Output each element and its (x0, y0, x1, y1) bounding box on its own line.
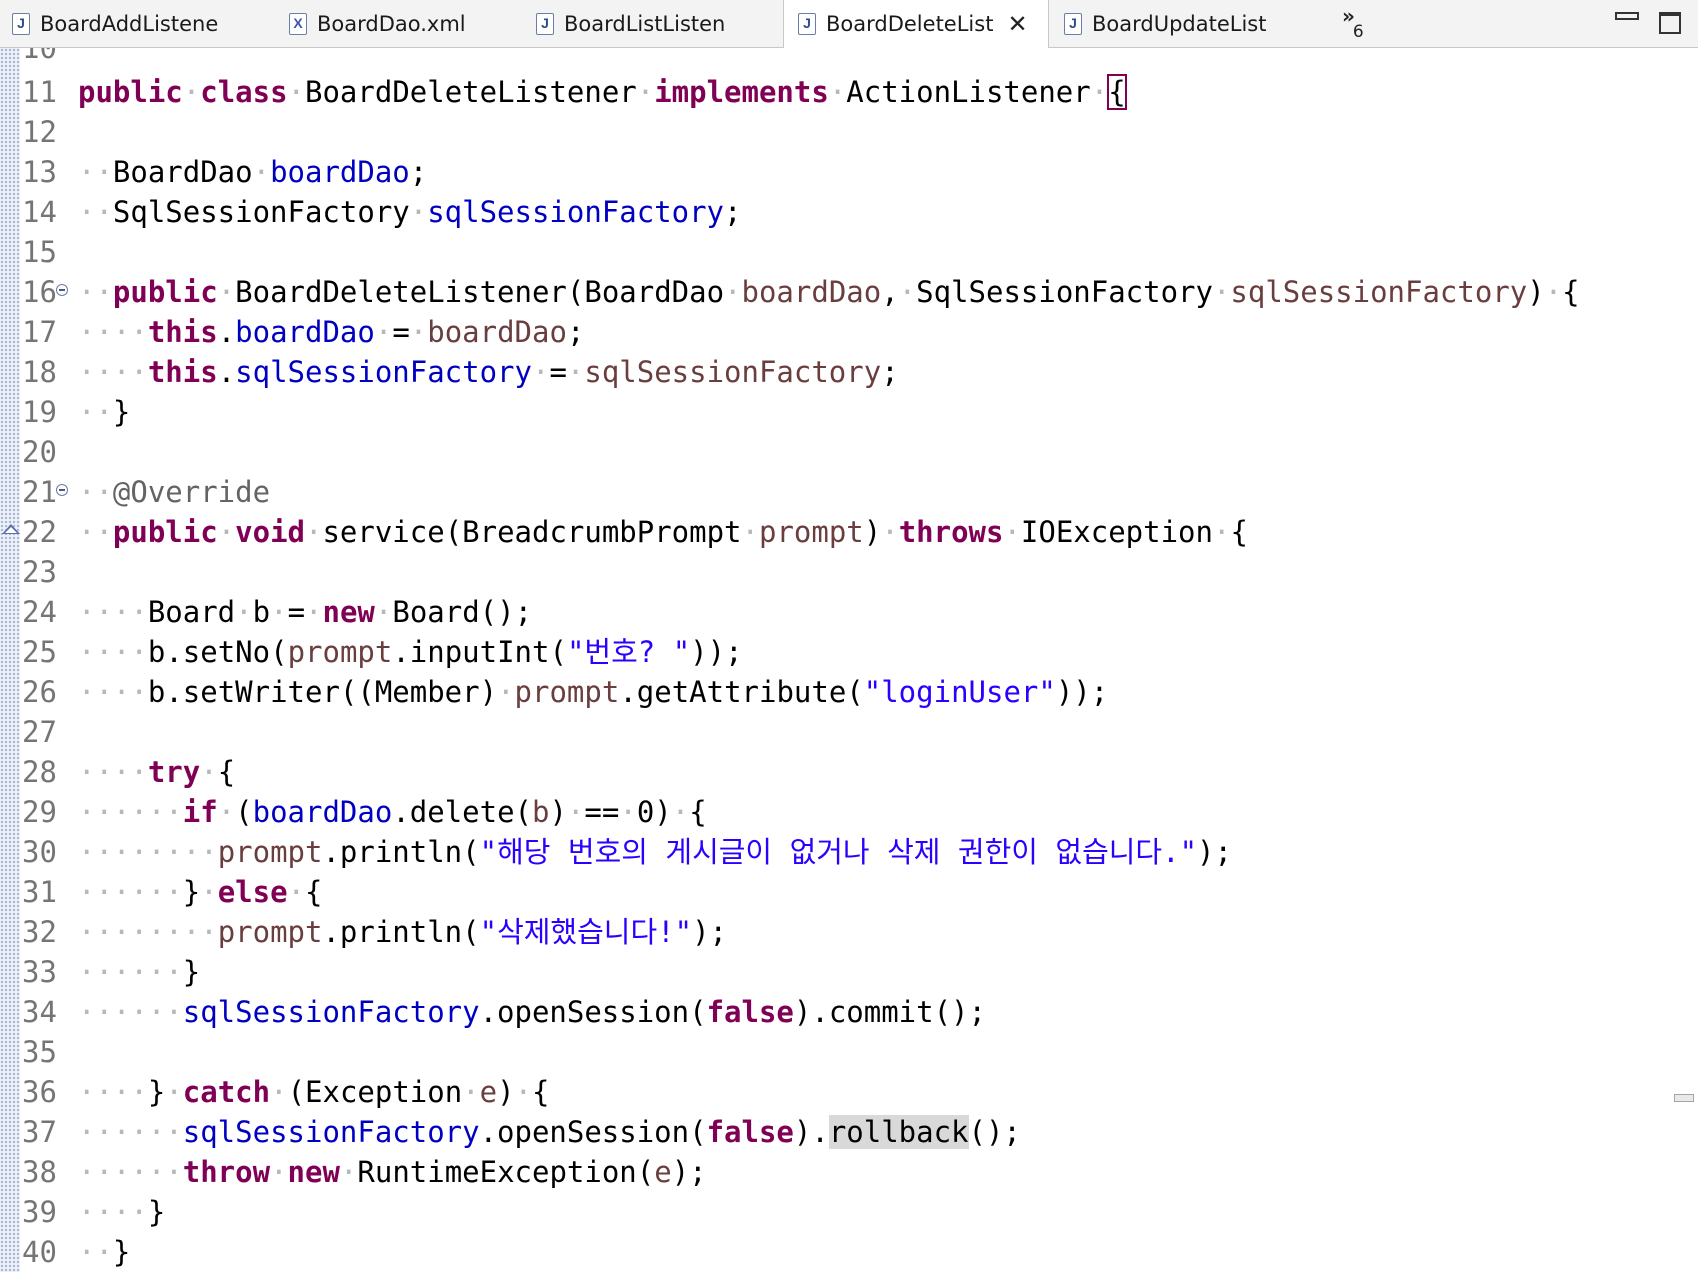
code-line: 35 (0, 1032, 1698, 1072)
code-line: 23 (0, 552, 1698, 592)
code-line: 10 (0, 48, 1698, 68)
code-line: 16 ··public·BoardDeleteListener(BoardDao… (0, 272, 1698, 312)
line-number: 25 (22, 635, 57, 669)
code-line: 30 ········prompt.println("해당 번호의 게시글이 없… (0, 832, 1698, 872)
hidden-tabs-button[interactable]: »6 (1342, 4, 1366, 42)
hidden-tabs-count: 6 (1352, 22, 1364, 42)
tab-label: BoardDeleteList (826, 12, 994, 36)
java-file-icon: J (536, 12, 554, 35)
minimize-icon[interactable] (1615, 12, 1639, 20)
tab-board-dao-xml[interactable]: X BoardDao.xml (289, 0, 514, 47)
close-icon[interactable]: ✕ (1007, 12, 1027, 36)
code-line: 27 (0, 712, 1698, 752)
line-number: 24 (22, 595, 57, 629)
java-file-icon: J (12, 12, 30, 35)
xml-file-icon: X (289, 12, 307, 35)
line-number: 21 (22, 475, 57, 509)
code-line: 15 (0, 232, 1698, 272)
code-line: 33 ······} (0, 952, 1698, 992)
code-line: 22 ··public·void·service(BreadcrumbPromp… (0, 512, 1698, 552)
tab-board-list-listener[interactable]: J BoardListListen (536, 0, 776, 47)
code-line: 24 ····Board·b·=·new·Board(); (0, 592, 1698, 632)
java-file-icon: J (1064, 12, 1082, 35)
code-line: 21 ··@Override (0, 472, 1698, 512)
code-line: 37 ······sqlSessionFactory.openSession(f… (0, 1112, 1698, 1152)
code-line: 13 ··BoardDao·boardDao; (0, 152, 1698, 192)
code-line: 38 ······throw·new·RuntimeException(e); (0, 1152, 1698, 1192)
line-number: 33 (22, 955, 57, 989)
line-number: 38 (22, 1155, 57, 1189)
line-number: 23 (22, 555, 57, 589)
maximize-icon[interactable] (1659, 12, 1681, 34)
line-number: 26 (22, 675, 57, 709)
code-line: 29 ······if·(boardDao.delete(b)·==·0)·{ (0, 792, 1698, 832)
line-number: 22 (22, 515, 57, 549)
line-number: 28 (22, 755, 57, 789)
code-line: 31 ······}·else·{ (0, 872, 1698, 912)
code-line: 39 ····} (0, 1192, 1698, 1232)
editor-tab-bar: J BoardAddListene X BoardDao.xml J Board… (0, 0, 1698, 48)
code-line: 20 (0, 432, 1698, 472)
line-number: 35 (22, 1035, 57, 1069)
collapse-icon[interactable] (56, 484, 68, 496)
code-line: 40 ··} (0, 1232, 1698, 1272)
line-number: 18 (22, 355, 57, 389)
line-number: 40 (22, 1235, 57, 1269)
tab-label: BoardAddListene (40, 11, 219, 36)
line-number: 31 (22, 875, 57, 909)
line-number: 14 (22, 195, 57, 229)
code-editor[interactable]: 10 11 public·class·BoardDeleteListener·i… (0, 48, 1698, 1272)
line-number: 27 (22, 715, 57, 749)
line-number: 10 (22, 48, 57, 65)
code-line: 12 (0, 112, 1698, 152)
code-line: 19 ··} (0, 392, 1698, 432)
tab-board-add-listener[interactable]: J BoardAddListene (12, 0, 267, 47)
tab-board-update-listener[interactable]: J BoardUpdateList (1064, 0, 1324, 47)
java-file-icon: J (798, 13, 816, 35)
overview-ruler-marker[interactable] (1674, 1094, 1694, 1102)
tab-label: BoardDao.xml (317, 11, 466, 36)
code-line: 34 ······sqlSessionFactory.openSession(f… (0, 992, 1698, 1032)
code-line: 11 public·class·BoardDeleteListener·impl… (0, 72, 1698, 112)
code-line: 18 ····this.sqlSessionFactory·=·sqlSessi… (0, 352, 1698, 392)
code-line: 14 ··SqlSessionFactory·sqlSessionFactory… (0, 192, 1698, 232)
tab-label: BoardListListen (564, 11, 726, 36)
occurrence-highlight: rollback (828, 1115, 969, 1149)
code-line: 28 ····try·{ (0, 752, 1698, 792)
line-number: 16 (22, 275, 57, 309)
line-number: 11 (22, 75, 57, 109)
tab-board-delete-listener[interactable]: J BoardDeleteList ✕ (783, 0, 1049, 48)
collapse-icon[interactable] (56, 284, 68, 296)
line-number: 29 (22, 795, 57, 829)
line-number: 20 (22, 435, 57, 469)
line-number: 37 (22, 1115, 57, 1149)
line-number: 32 (22, 915, 57, 949)
override-marker-icon[interactable] (2, 524, 20, 534)
line-number: 13 (22, 155, 57, 189)
line-number: 34 (22, 995, 57, 1029)
line-number: 39 (22, 1195, 57, 1229)
code-line: 17 ····this.boardDao·=·boardDao; (0, 312, 1698, 352)
line-number: 19 (22, 395, 57, 429)
line-number: 17 (22, 315, 57, 349)
code-line: 26 ····b.setWriter((Member)·prompt.getAt… (0, 672, 1698, 712)
matching-bracket: { (1107, 74, 1127, 110)
line-number: 12 (22, 115, 57, 149)
code-line: 36 ····}·catch·(Exception·e)·{ (0, 1072, 1698, 1112)
code-line: 25 ····b.setNo(prompt.inputInt("번호? ")); (0, 632, 1698, 672)
line-number: 15 (22, 235, 57, 269)
line-number: 36 (22, 1075, 57, 1109)
code-line: 32 ········prompt.println("삭제했습니다!"); (0, 912, 1698, 952)
line-number: 30 (22, 835, 57, 869)
tab-label: BoardUpdateList (1092, 11, 1267, 36)
